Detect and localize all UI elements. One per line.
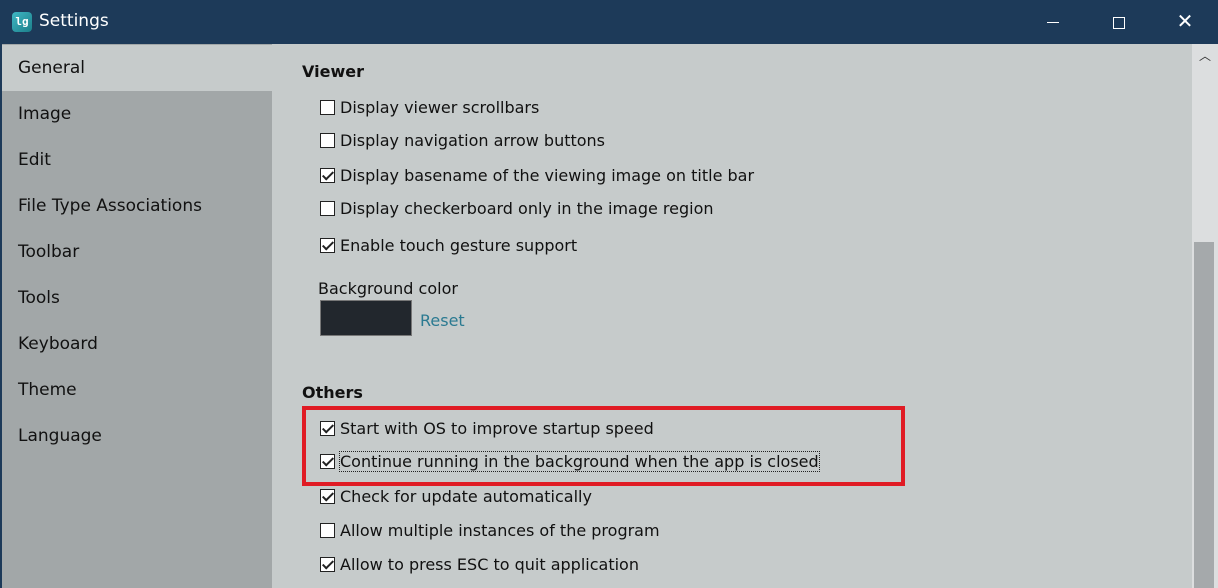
close-icon: ✕ <box>1176 9 1194 33</box>
option-checkerboard-image-region[interactable]: Display checkerboard only in the image r… <box>320 196 714 220</box>
scroll-up-arrow-icon[interactable]: ︿ <box>1192 44 1218 68</box>
checkbox[interactable] <box>320 99 335 115</box>
settings-sidebar: General Image Edit File Type Association… <box>0 44 272 588</box>
reset-background-color-link[interactable]: Reset <box>420 311 465 330</box>
checkbox[interactable] <box>320 237 335 253</box>
sidebar-item-general[interactable]: General <box>0 45 272 91</box>
settings-content: Viewer Display viewer scrollbars Display… <box>272 44 1192 588</box>
background-color-swatch[interactable] <box>320 300 412 336</box>
option-navigation-arrow-buttons[interactable]: Display navigation arrow buttons <box>320 128 605 152</box>
minimize-button[interactable] <box>1020 0 1086 44</box>
option-label: Display basename of the viewing image on… <box>340 165 755 185</box>
app-logo-icon: lg <box>12 12 32 32</box>
option-label: Display navigation arrow buttons <box>340 130 606 150</box>
checkbox[interactable] <box>320 200 335 216</box>
checkbox[interactable] <box>320 420 335 436</box>
sidebar-item-keyboard[interactable]: Keyboard <box>0 321 272 367</box>
checkbox[interactable] <box>320 522 335 538</box>
option-label: Allow to press ESC to quit application <box>340 554 639 574</box>
option-multiple-instances[interactable]: Allow multiple instances of the program <box>320 518 660 542</box>
option-viewer-scrollbars[interactable]: Display viewer scrollbars <box>320 95 539 119</box>
option-start-with-os[interactable]: Start with OS to improve startup speed <box>320 416 654 440</box>
window-title: Settings <box>39 11 109 31</box>
maximize-icon <box>1113 17 1125 29</box>
option-label: Check for update automatically <box>340 486 592 506</box>
checkbox[interactable] <box>320 453 335 469</box>
option-label: Display checkerboard only in the image r… <box>340 198 714 218</box>
option-label: Allow multiple instances of the program <box>340 520 660 540</box>
sidebar-item-tools[interactable]: Tools <box>0 275 272 321</box>
checkbox[interactable] <box>320 488 335 504</box>
option-label: Display viewer scrollbars <box>340 97 540 117</box>
content-scrollbar[interactable]: ︿ <box>1192 44 1218 588</box>
sidebar-item-image[interactable]: Image <box>0 91 272 137</box>
window-left-border <box>0 44 2 588</box>
close-button[interactable]: ✕ <box>1152 0 1218 44</box>
checkbox[interactable] <box>320 167 335 183</box>
sidebar-item-theme[interactable]: Theme <box>0 367 272 413</box>
title-bar[interactable]: lg Settings ✕ <box>0 0 1218 44</box>
section-title-others: Others <box>302 383 363 402</box>
minimize-icon <box>1047 22 1059 23</box>
background-color-label: Background color <box>318 279 458 298</box>
option-run-in-background[interactable]: Continue running in the background when … <box>320 449 820 473</box>
sidebar-item-file-type-associations[interactable]: File Type Associations <box>0 183 272 229</box>
sidebar-item-language[interactable]: Language <box>0 413 272 459</box>
option-label: Enable touch gesture support <box>340 235 578 255</box>
section-title-viewer: Viewer <box>302 62 364 81</box>
sidebar-item-edit[interactable]: Edit <box>0 137 272 183</box>
option-label: Continue running in the background when … <box>339 450 820 472</box>
scrollbar-thumb[interactable] <box>1194 242 1214 588</box>
sidebar-item-toolbar[interactable]: Toolbar <box>0 229 272 275</box>
option-basename-title-bar[interactable]: Display basename of the viewing image on… <box>320 163 754 187</box>
maximize-button[interactable] <box>1086 0 1152 44</box>
checkbox[interactable] <box>320 556 335 572</box>
option-check-for-update[interactable]: Check for update automatically <box>320 484 592 508</box>
option-label: Start with OS to improve startup speed <box>340 418 654 438</box>
checkbox[interactable] <box>320 132 335 148</box>
option-touch-gesture[interactable]: Enable touch gesture support <box>320 233 577 257</box>
option-esc-quit[interactable]: Allow to press ESC to quit application <box>320 552 639 576</box>
